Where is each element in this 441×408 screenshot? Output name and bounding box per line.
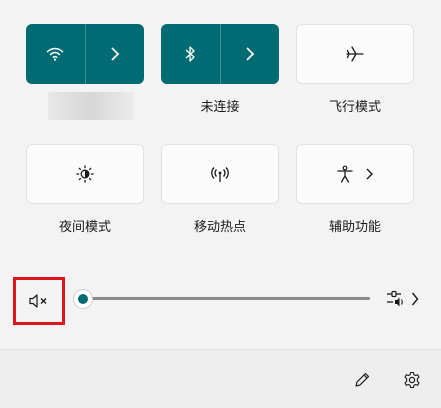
audio-output-button[interactable] [382,287,422,311]
mobile-hotspot-label: 移动热点 [193,220,246,235]
pencil-icon [355,372,370,387]
mute-toggle-button[interactable] [13,277,65,325]
wifi-network-name-blurred [48,92,134,120]
hotspot-icon [211,167,229,182]
bluetooth-label: 未连接 [200,100,240,115]
volume-slider-thumb[interactable] [73,289,93,309]
gear-icon [404,371,420,389]
brightness-icon [76,165,94,183]
accessibility-button[interactable] [296,144,414,204]
airplane-mode-button[interactable] [296,24,414,84]
chevron-right-icon [411,292,419,306]
bluetooth-toggle-button[interactable] [161,24,221,84]
wifi-tile [26,24,144,84]
settings-button[interactable] [398,366,426,394]
chevron-right-icon [111,47,120,61]
bluetooth-icon [185,46,195,62]
bluetooth-tile [161,24,279,84]
volume-slider-track[interactable] [82,297,370,300]
night-light-button[interactable] [26,144,144,204]
chevron-right-icon [366,168,373,180]
airplane-icon [346,46,364,62]
accessibility-icon [337,165,353,183]
speaker-muted-icon [29,294,47,308]
mobile-hotspot-button[interactable] [161,144,279,204]
accessibility-label: 辅助功能 [328,220,381,235]
night-light-label: 夜间模式 [58,220,111,235]
audio-output-icon [387,290,403,307]
wifi-expand-button[interactable] [86,24,145,84]
bluetooth-expand-button[interactable] [221,24,280,84]
edit-quick-settings-button[interactable] [348,366,376,394]
airplane-mode-label: 飞行模式 [328,100,381,115]
wifi-toggle-button[interactable] [26,24,86,84]
chevron-right-icon [246,47,255,61]
wifi-icon [46,47,64,61]
